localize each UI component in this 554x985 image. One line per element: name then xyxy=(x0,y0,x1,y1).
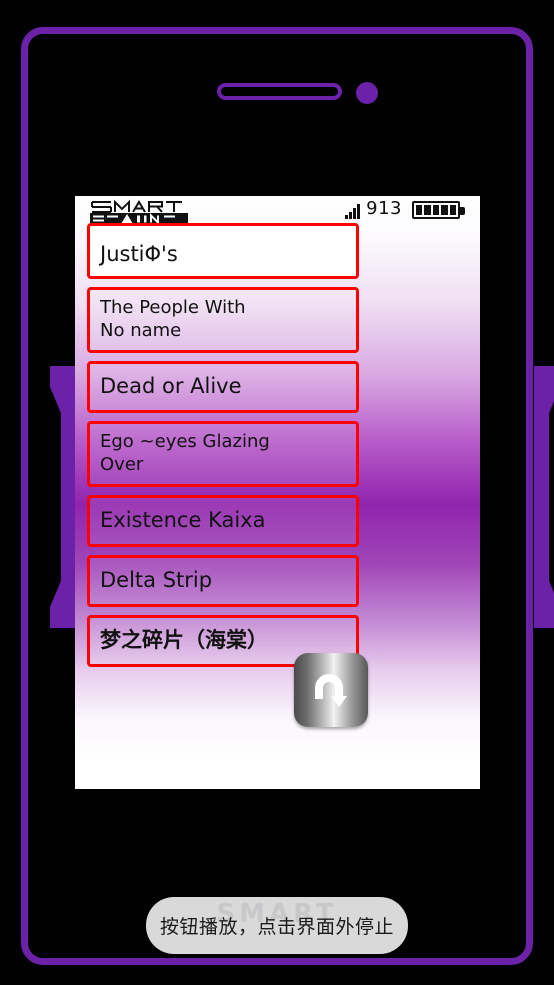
u-turn-arrow-icon xyxy=(315,674,347,707)
toast-text: 按钮播放，点击界面外停止 xyxy=(159,916,394,938)
song-title-line: Dead or Alive xyxy=(100,373,242,398)
song-title-line: No name xyxy=(100,320,182,341)
song-title-line: Over xyxy=(100,454,144,475)
song-list-item[interactable]: JustiΦ's xyxy=(87,223,359,279)
song-list-item[interactable]: The People With No name xyxy=(87,287,359,353)
song-title-line: Delta Strip xyxy=(100,567,213,592)
signal-bars-icon xyxy=(345,202,360,219)
refresh-button[interactable] xyxy=(294,653,368,727)
speaker-grille-icon xyxy=(217,83,342,100)
song-title-line: 梦之碎片（海棠） xyxy=(100,627,268,652)
camera-lens-icon xyxy=(356,82,378,104)
signal-count-label: 913 xyxy=(366,198,402,219)
song-title-line: Existence Kaixa xyxy=(100,507,266,532)
song-title-line: The People With xyxy=(100,297,246,318)
song-list-item[interactable]: Ego ~eyes Glazing Over xyxy=(87,421,359,487)
song-list-item[interactable]: Delta Strip xyxy=(87,555,359,607)
smart-brain-logo xyxy=(90,199,188,225)
song-list-item[interactable]: Existence Kaixa xyxy=(87,495,359,547)
toast-message: SMART 按钮播放，点击界面外停止 xyxy=(146,897,408,954)
phone-screen: 913 JustiΦ's The People With No name Dead o… xyxy=(75,196,480,789)
battery-icon xyxy=(412,201,465,219)
song-title-line: JustiΦ's xyxy=(100,241,178,266)
right-accent-bar xyxy=(534,366,554,628)
song-list-item[interactable]: Dead or Alive xyxy=(87,361,359,413)
left-accent-bar xyxy=(50,366,76,628)
song-list[interactable]: JustiΦ's The People With No name Dead or Al… xyxy=(87,223,359,675)
song-title-line: Ego ~eyes Glazing xyxy=(100,431,270,452)
